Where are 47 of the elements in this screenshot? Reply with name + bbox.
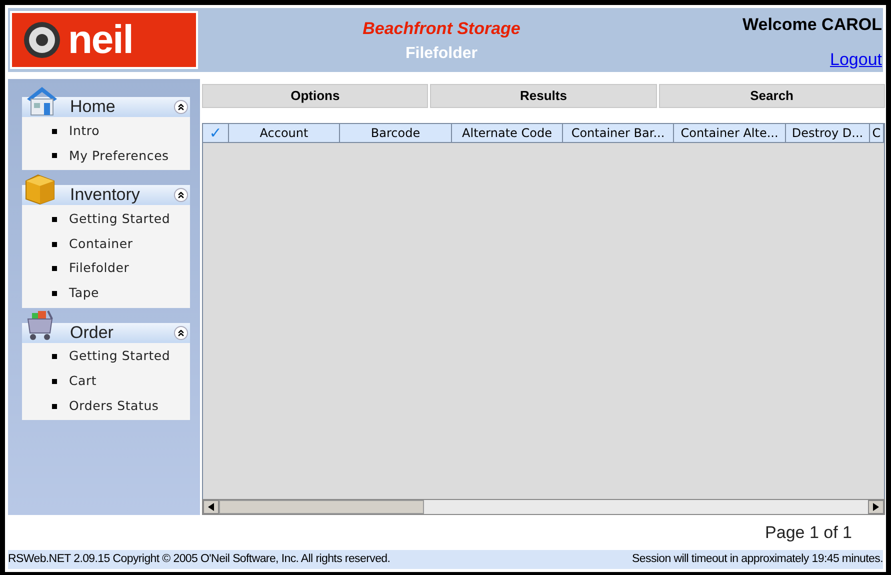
collapse-icon[interactable] — [174, 326, 188, 340]
horizontal-scrollbar[interactable] — [202, 499, 885, 515]
company-name: Beachfront Storage — [362, 18, 520, 40]
column-header[interactable]: Destroy D... — [786, 124, 870, 142]
nav-link[interactable]: Intro — [69, 122, 100, 141]
bullet-icon — [52, 128, 57, 134]
session-timeout-text: Session will timeout in approximately 19:45 minutes. — [632, 552, 883, 567]
tab[interactable]: Results — [430, 84, 657, 108]
copyright-text: RSWeb.NET 2.09.15 Copyright © 2005 O'Neil Software, Inc. All rights reserved. — [8, 552, 390, 567]
section-title: Order — [70, 322, 114, 344]
page-title: Filefolder — [405, 44, 478, 64]
page-indicator: Page 1 of 1 — [765, 522, 852, 544]
section-title: Home — [70, 96, 116, 118]
bullet-icon — [52, 404, 57, 409]
section-header[interactable]: Order — [22, 308, 190, 343]
scroll-left-icon[interactable] — [203, 500, 219, 514]
nav-link[interactable]: Container — [69, 234, 133, 254]
bullet-icon — [52, 216, 57, 222]
column-header[interactable]: Alternate Code — [452, 124, 563, 142]
bullet-icon — [52, 378, 57, 384]
nav-link[interactable]: Cart — [69, 372, 97, 391]
nav-link[interactable]: Getting Started — [69, 347, 170, 366]
nav-link[interactable]: Orders Status — [69, 396, 159, 416]
collapse-icon[interactable] — [174, 100, 188, 114]
column-header[interactable]: Barcode — [340, 124, 452, 142]
scrollbar-thumb[interactable] — [219, 500, 424, 514]
logout-link[interactable]: Logout — [830, 46, 882, 72]
logo-text: neil — [68, 20, 133, 60]
column-header[interactable]: Container Bar... — [563, 124, 674, 142]
column-header[interactable]: Container Alte... — [674, 124, 786, 142]
bullet-icon — [52, 266, 57, 272]
bullet-icon — [52, 242, 57, 247]
nav-link[interactable]: Getting Started — [69, 210, 170, 229]
column-header[interactable]: Account — [229, 124, 340, 142]
tab[interactable]: Options — [202, 84, 428, 108]
nav-link[interactable]: Tape — [69, 284, 100, 303]
column-header[interactable]: C — [870, 124, 884, 142]
bullet-icon — [52, 290, 57, 296]
scroll-right-icon[interactable] — [868, 500, 884, 514]
tab[interactable]: Search — [658, 84, 885, 108]
welcome-text: Welcome CAROL — [742, 14, 882, 36]
nav-link[interactable]: Filefolder — [69, 259, 130, 278]
section-title: Inventory — [70, 184, 140, 206]
nav-link[interactable]: My Preferences — [69, 146, 169, 166]
bullet-icon — [52, 153, 57, 158]
collapse-icon[interactable] — [174, 188, 188, 202]
bullet-icon — [52, 354, 57, 360]
